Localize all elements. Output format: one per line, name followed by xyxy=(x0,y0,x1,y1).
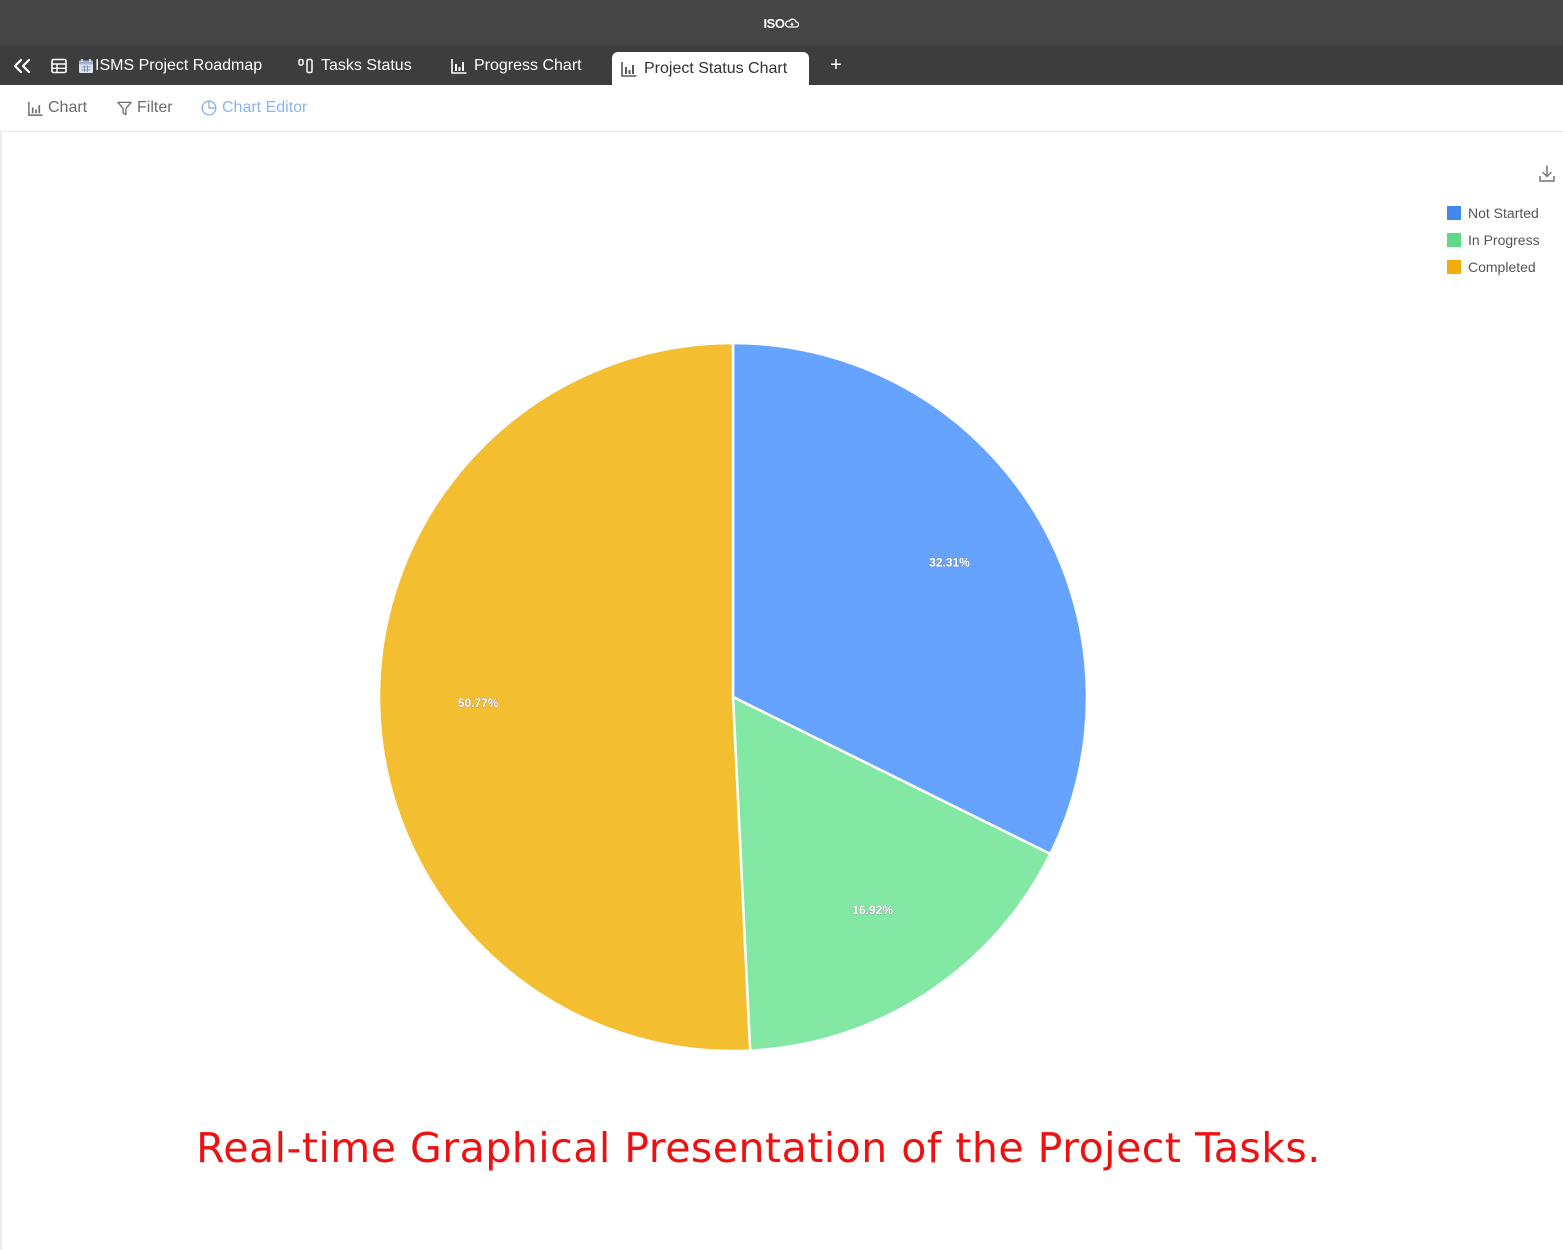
pie-chart-icon xyxy=(201,100,217,116)
chart-editor-button-label: Chart Editor xyxy=(222,99,308,116)
pie-value-label: 32.31% xyxy=(929,556,970,570)
pie-slice-completed[interactable] xyxy=(377,341,752,1053)
bar-chart-icon xyxy=(451,58,467,74)
app-logo: ISO xyxy=(764,16,800,31)
chart-area: 32.31% 16.92% 50.77% xyxy=(2,132,1563,1250)
legend-item-in-progress[interactable]: In Progress xyxy=(1447,226,1540,253)
legend-swatch xyxy=(1447,232,1461,247)
pie-chart: 32.31% 16.92% 50.77% xyxy=(377,341,1089,1053)
filter-button[interactable]: Filter xyxy=(116,85,173,131)
legend-label: Completed xyxy=(1468,258,1536,275)
download-icon xyxy=(1539,165,1555,182)
chart-editor-button[interactable]: Chart Editor xyxy=(200,85,307,131)
tab-tasks-status[interactable]: Tasks Status xyxy=(297,46,412,85)
calendar-icon xyxy=(79,58,93,73)
kanban-icon xyxy=(298,58,313,73)
tab-progress-chart[interactable]: Progress Chart xyxy=(450,46,582,85)
app-window: ISO ISMS Project Roadmap Tasks Status Pr… xyxy=(0,0,1563,1250)
tab-label: ISMS Project Roadmap xyxy=(95,56,263,74)
bar-chart-icon xyxy=(28,101,43,116)
grid-table-icon xyxy=(51,58,67,73)
cloud-icon xyxy=(785,18,800,28)
caption-text: Real-time Graphical Presentation of the … xyxy=(196,1124,1321,1172)
chart-button-label: Chart xyxy=(48,99,88,116)
pie-value-label: 50.77% xyxy=(458,696,499,710)
double-chevron-left-icon xyxy=(13,58,31,73)
chart-toolbar: Chart Filter Chart Editor xyxy=(0,85,1563,132)
collapse-sidebar-button[interactable] xyxy=(12,46,32,85)
tab-isms-project-roadmap[interactable]: ISMS Project Roadmap xyxy=(50,46,262,85)
legend-label: In Progress xyxy=(1468,231,1540,248)
legend-item-completed[interactable]: Completed xyxy=(1447,253,1540,280)
legend-label: Not Started xyxy=(1468,204,1539,221)
chart-button[interactable]: Chart xyxy=(27,85,87,131)
title-bar: ISO xyxy=(0,0,1563,46)
tab-label: Tasks Status xyxy=(321,56,412,74)
bar-chart-icon xyxy=(621,61,637,77)
tab-project-status-chart[interactable]: Project Status Chart xyxy=(612,52,810,85)
download-button[interactable] xyxy=(1537,164,1557,184)
logo-text: ISO xyxy=(763,15,785,31)
legend-swatch xyxy=(1447,259,1461,274)
tab-label: Project Status Chart xyxy=(644,59,788,77)
chart-legend: Not Started In Progress Completed xyxy=(1447,199,1540,280)
legend-item-not-started[interactable]: Not Started xyxy=(1447,199,1540,226)
legend-swatch xyxy=(1447,205,1461,220)
tab-bar: ISMS Project Roadmap Tasks Status Progre… xyxy=(0,46,1563,85)
add-tab-button[interactable]: + xyxy=(826,46,846,85)
filter-icon xyxy=(117,101,132,115)
pie-value-label: 16.92% xyxy=(852,903,893,917)
filter-button-label: Filter xyxy=(137,99,173,116)
tab-label: Progress Chart xyxy=(474,56,582,74)
